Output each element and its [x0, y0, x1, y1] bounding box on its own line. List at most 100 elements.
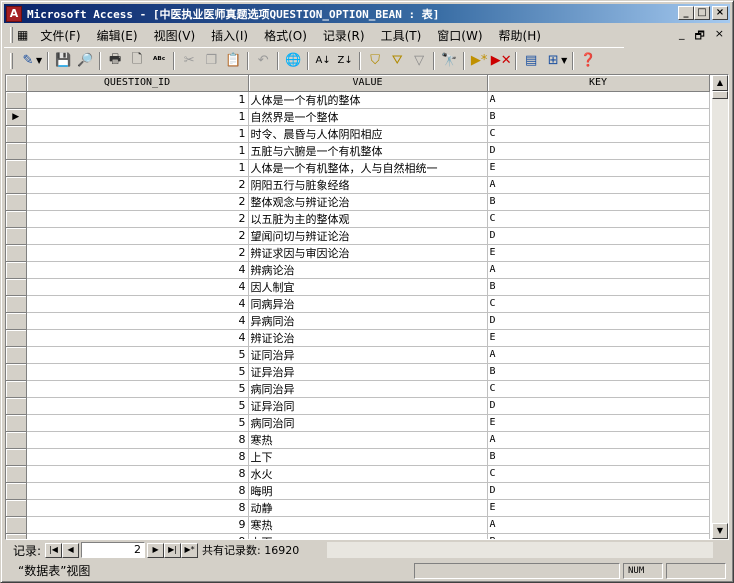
column-header-question-id[interactable]: QUESTION_ID [26, 75, 249, 92]
first-record-button[interactable]: |◀ [45, 542, 63, 558]
record-selector[interactable] [6, 346, 27, 364]
key-cell[interactable]: B [487, 108, 710, 126]
table-row[interactable]: 5 病同治同 E [6, 414, 710, 432]
vertical-scrollbar[interactable]: ▲ ▼ [712, 75, 728, 539]
print-preview-icon[interactable]: 🗋 [126, 50, 148, 72]
column-header-key[interactable]: KEY [487, 75, 710, 92]
table-row[interactable]: 4 同病异治 C [6, 295, 710, 313]
value-cell[interactable]: 辨证论治 [248, 329, 488, 347]
key-cell[interactable]: A [487, 261, 710, 279]
value-cell[interactable]: 时令、晨昏与人体阴阳相应 [248, 125, 488, 143]
menu-edit[interactable]: 编辑(E) [89, 27, 146, 44]
table-row[interactable]: 1 五脏与六腑是一个有机整体 D [6, 142, 710, 160]
value-cell[interactable]: 以五脏为主的整体观 [248, 210, 488, 228]
table-row[interactable]: 5 证异治同 D [6, 397, 710, 415]
menu-help[interactable]: 帮助(H) [491, 27, 549, 44]
key-cell[interactable]: C [487, 125, 710, 143]
value-cell[interactable]: 自然界是一个整体 [248, 108, 488, 126]
question-id-cell[interactable]: 4 [26, 312, 249, 330]
value-cell[interactable]: 人体是一个有机的整体 [248, 91, 488, 109]
previous-record-button[interactable]: ◀ [62, 542, 80, 558]
key-cell[interactable]: E [487, 159, 710, 177]
value-cell[interactable]: 寒热 [248, 431, 488, 449]
apply-filter-icon[interactable]: ▽ [408, 50, 430, 72]
new-record-nav-button[interactable]: ▶* [181, 542, 199, 558]
value-cell[interactable]: 证同治异 [248, 346, 488, 364]
key-cell[interactable]: D [487, 312, 710, 330]
menu-file[interactable]: 文件(F) [32, 27, 88, 44]
table-row[interactable]: 4 辨证论治 E [6, 329, 710, 347]
scroll-up-button[interactable]: ▲ [712, 75, 728, 91]
record-selector[interactable] [6, 159, 27, 177]
doc-restore-button[interactable]: 🗗 [694, 27, 704, 46]
record-selector[interactable] [6, 125, 27, 143]
next-record-button[interactable]: ▶ [147, 542, 165, 558]
key-cell[interactable]: B [487, 193, 710, 211]
question-id-cell[interactable]: 1 [26, 108, 249, 126]
question-id-cell[interactable]: 5 [26, 397, 249, 415]
record-selector[interactable] [6, 516, 27, 534]
question-id-cell[interactable]: 8 [26, 448, 249, 466]
table-row[interactable]: 1 人体是一个有机整体，人与自然相统一 E [6, 159, 710, 177]
close-button[interactable]: × [712, 6, 728, 20]
cut-icon[interactable]: ✂ [178, 50, 200, 72]
record-selector[interactable] [6, 142, 27, 160]
question-id-cell[interactable]: 5 [26, 363, 249, 381]
sort-descending-icon[interactable]: Z↓ [334, 50, 356, 72]
key-cell[interactable]: D [487, 397, 710, 415]
question-id-cell[interactable]: 1 [26, 125, 249, 143]
filter-by-selection-icon[interactable]: ⛉ [364, 50, 386, 72]
key-cell[interactable]: B [487, 533, 710, 539]
value-cell[interactable]: 望闻问切与辨证论治 [248, 227, 488, 245]
minimize-button[interactable]: _ [678, 6, 694, 20]
record-selector[interactable] [6, 533, 27, 539]
key-cell[interactable]: D [487, 227, 710, 245]
scroll-down-button[interactable]: ▼ [712, 523, 728, 539]
value-cell[interactable]: 晦明 [248, 482, 488, 500]
value-cell[interactable]: 辨病论治 [248, 261, 488, 279]
table-row[interactable]: 9 寒热 A [6, 516, 710, 534]
table-row[interactable]: 9上下B [6, 533, 710, 539]
last-record-button[interactable]: ▶| [164, 542, 182, 558]
print-icon[interactable]: 🖶 [104, 50, 126, 72]
value-cell[interactable]: 证异治同 [248, 397, 488, 415]
record-selector[interactable] [6, 244, 27, 262]
save-icon[interactable]: 💾 [52, 50, 74, 72]
table-row[interactable]: 5 证同治异 A [6, 346, 710, 364]
record-selector[interactable] [6, 295, 27, 313]
table-row[interactable]: 8 寒热 A [6, 431, 710, 449]
record-selector[interactable] [6, 499, 27, 517]
key-cell[interactable]: C [487, 295, 710, 313]
question-id-cell[interactable]: 4 [26, 261, 249, 279]
menu-format[interactable]: 格式(O) [256, 27, 315, 44]
access-app-icon[interactable]: A [6, 5, 22, 22]
sort-ascending-icon[interactable]: A↓ [312, 50, 334, 72]
menu-grip[interactable] [10, 27, 13, 43]
table-row[interactable]: 8 动静 E [6, 499, 710, 517]
table-row[interactable]: 2 阴阳五行与脏象经络 A [6, 176, 710, 194]
question-id-cell[interactable]: 1 [26, 159, 249, 177]
question-id-cell[interactable]: 1 [26, 142, 249, 160]
record-selector[interactable] [6, 448, 27, 466]
question-id-cell[interactable]: 2 [26, 244, 249, 262]
table-row[interactable]: 1 人体是一个有机的整体 A [6, 91, 710, 109]
value-cell[interactable]: 因人制宜 [248, 278, 488, 296]
question-id-cell[interactable]: 2 [26, 210, 249, 228]
question-id-cell[interactable]: 4 [26, 295, 249, 313]
question-id-cell[interactable]: 8 [26, 499, 249, 517]
copy-icon[interactable]: ❐ [200, 50, 222, 72]
record-selector[interactable] [6, 380, 27, 398]
key-cell[interactable]: B [487, 448, 710, 466]
value-cell[interactable]: 上下 [248, 533, 488, 539]
menu-view[interactable]: 视图(V) [146, 27, 204, 44]
key-cell[interactable]: C [487, 210, 710, 228]
hyperlink-icon[interactable]: 🌐 [282, 50, 304, 72]
key-cell[interactable]: E [487, 499, 710, 517]
question-id-cell[interactable]: 4 [26, 329, 249, 347]
value-cell[interactable]: 病同治异 [248, 380, 488, 398]
record-selector[interactable] [6, 91, 27, 109]
record-selector[interactable] [6, 210, 27, 228]
key-cell[interactable]: D [487, 482, 710, 500]
chevron-down-icon[interactable]: ▼ [36, 56, 42, 65]
new-record-icon[interactable]: ▶* [468, 50, 490, 72]
